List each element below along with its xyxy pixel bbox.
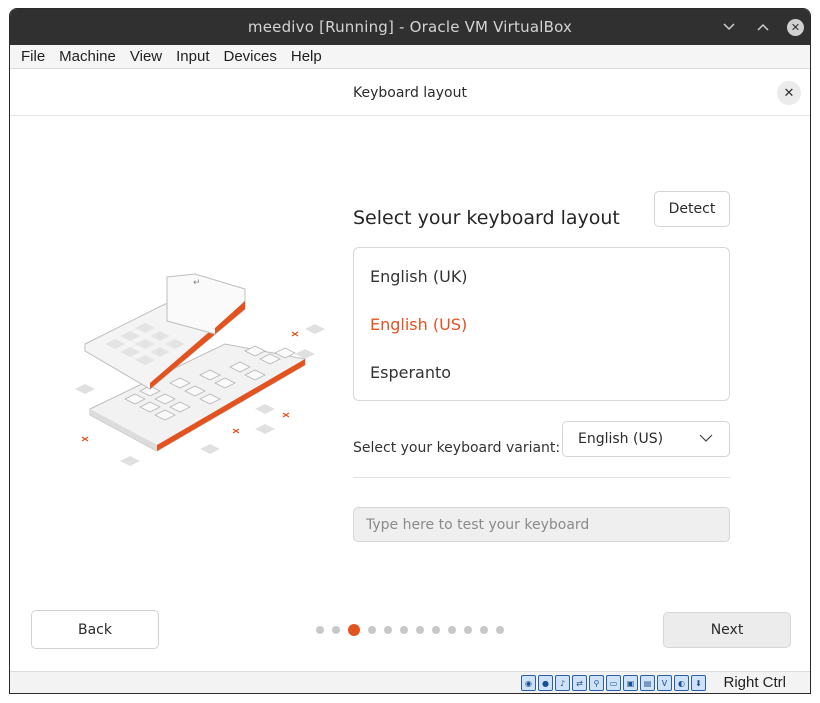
chevron-down-icon [699,434,713,442]
virtualbox-window: meedivo [Running] - Oracle VM VirtualBox… [9,8,811,694]
step-dot [432,626,440,634]
keyboard-capture-icon[interactable]: ⬇ [691,675,706,691]
mouse-integration-icon[interactable]: ◐ [674,675,689,691]
layout-item-english-us[interactable]: English (US) [370,315,467,334]
title-bar[interactable]: meedivo [Running] - Oracle VM VirtualBox… [10,9,810,45]
audio-icon[interactable]: ♪ [555,675,570,691]
display-icon[interactable]: ▣ [623,675,638,691]
window-close-button[interactable]: ✕ [787,18,804,36]
svg-text:↵: ↵ [193,278,201,288]
step-dot [496,626,504,634]
menu-file[interactable]: File [10,48,52,65]
step-dot [316,626,324,634]
detect-button[interactable]: Detect [654,191,730,227]
close-icon: ✕ [783,85,795,101]
step-dot-current [348,624,360,636]
step-dot [464,626,472,634]
layout-item-esperanto[interactable]: Esperanto [370,363,451,382]
window-title: meedivo [Running] - Oracle VM VirtualBox [247,18,573,36]
step-dot [400,626,408,634]
chevron-down-icon [723,23,735,31]
dialog-title: Keyboard layout [353,84,467,101]
layout-list[interactable]: English (UK) English (US) Esperanto [353,247,730,401]
chevron-up-icon [757,23,769,31]
menu-machine[interactable]: Machine [52,48,123,65]
window-controls: ✕ [719,9,804,45]
next-button[interactable]: Next [663,612,791,648]
keyboard-illustration: ↵ [75,273,325,466]
usb-icon[interactable]: ⚲ [589,675,604,691]
layout-item-english-uk[interactable]: English (UK) [370,267,468,286]
maximize-button[interactable] [753,17,773,37]
network-icon[interactable]: ⇄ [572,675,587,691]
optical-drive-icon[interactable]: ● [538,675,553,691]
menu-bar: File Machine View Input Devices Help [10,45,810,69]
back-button[interactable]: Back [31,610,159,649]
dialog-close-button[interactable]: ✕ [777,81,801,105]
close-icon: ✕ [790,20,801,34]
status-icons: ◉ ● ♪ ⇄ ⚲ ▭ ▣ ▤ V ◐ ⬇ [521,675,706,691]
menu-view[interactable]: View [123,48,169,65]
page-heading: Select your keyboard layout [353,207,620,229]
step-indicator [316,624,504,636]
menu-devices[interactable]: Devices [217,48,284,65]
host-key-label: Right Ctrl [723,674,786,691]
status-bar: ◉ ● ♪ ⇄ ⚲ ▭ ▣ ▤ V ◐ ⬇ Right Ctrl [10,671,810,693]
menu-input[interactable]: Input [169,48,216,65]
shared-folder-icon[interactable]: ▭ [606,675,621,691]
keyboard-test-input[interactable] [353,507,730,542]
menu-help[interactable]: Help [284,48,329,65]
step-dot [368,626,376,634]
variant-dropdown[interactable]: English (US) [562,421,730,457]
recording-icon[interactable]: ▤ [640,675,655,691]
step-dot [384,626,392,634]
vt-x-icon[interactable]: V [657,675,672,691]
step-dot [480,626,488,634]
step-dot [448,626,456,634]
variant-label: Select your keyboard variant: [353,440,561,456]
step-dot [416,626,424,634]
variant-value: English (US) [578,431,664,447]
divider [353,477,730,478]
dialog-header: Keyboard layout ✕ [10,70,810,116]
step-dot [332,626,340,634]
hard-disk-icon[interactable]: ◉ [521,675,536,691]
minimize-button[interactable] [719,17,739,37]
